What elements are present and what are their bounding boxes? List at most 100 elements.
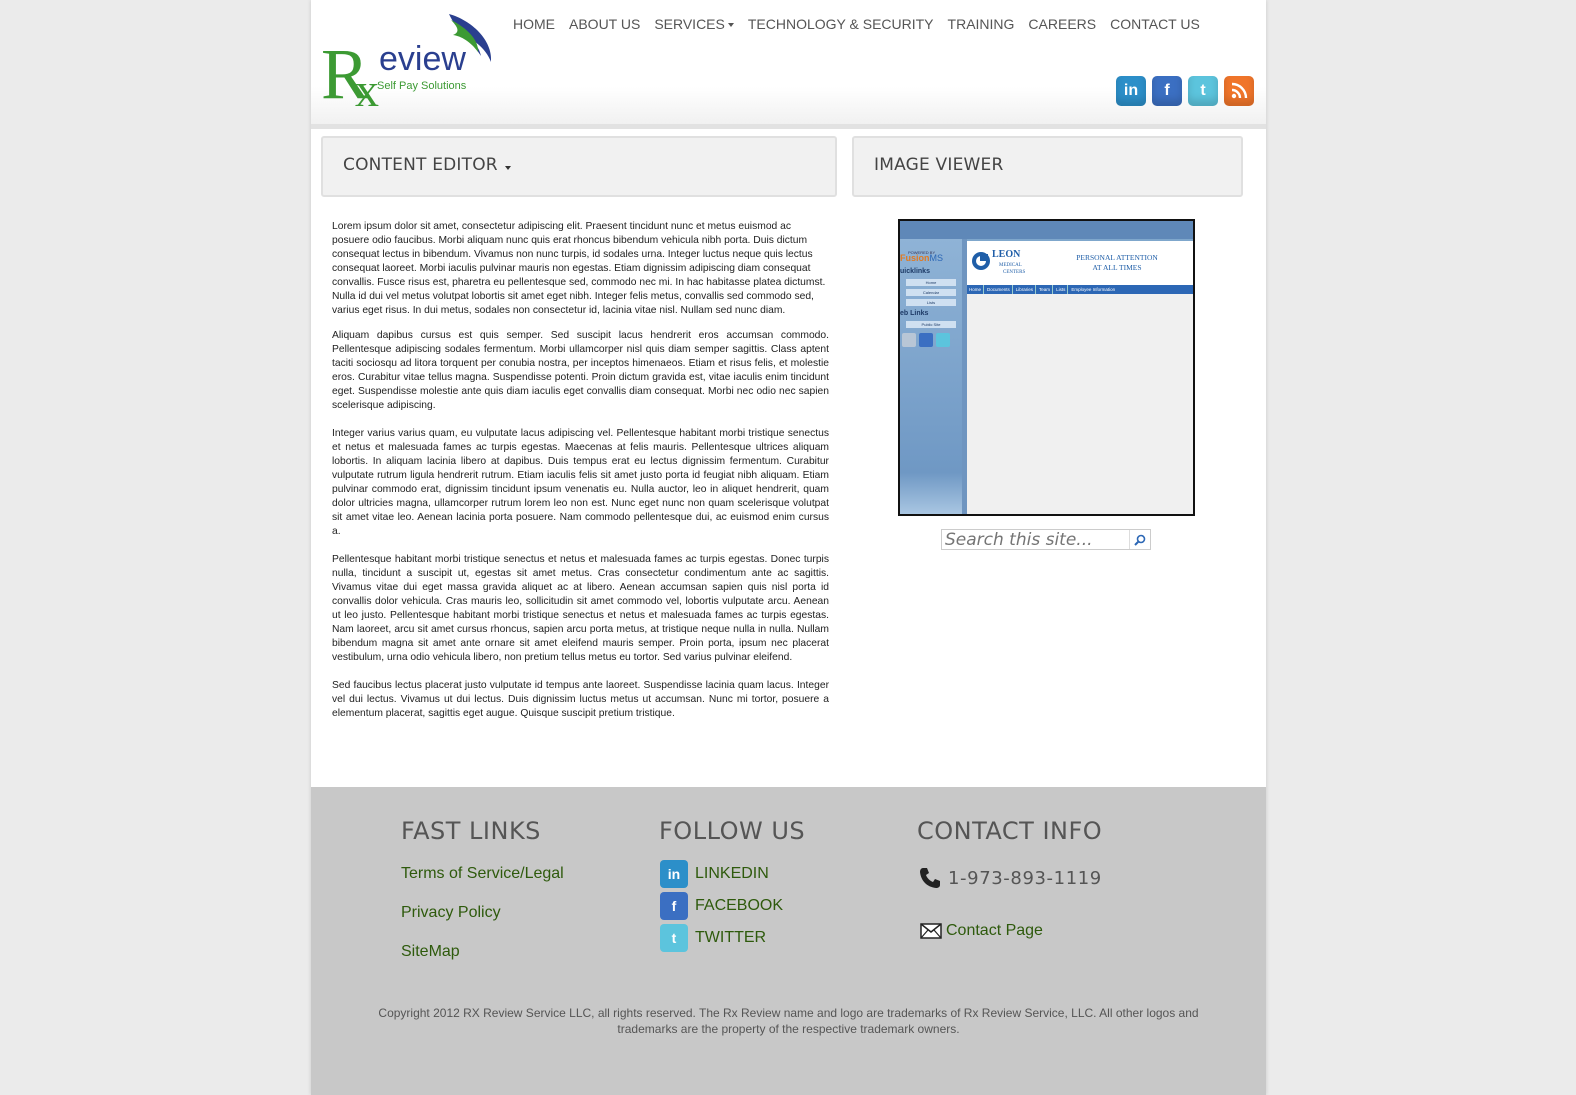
footer-twitter-link[interactable]: t TWITTER bbox=[660, 924, 766, 952]
content-paragraph: Aliquam dapibus cursus est quis semper. … bbox=[332, 330, 829, 411]
chevron-down-icon[interactable] bbox=[505, 166, 511, 170]
logo-graphic: R x eview Self Pay Solutions bbox=[321, 14, 492, 117]
twitter-glyph: t bbox=[1200, 82, 1206, 99]
viewer-weblink-item: Public Site bbox=[906, 321, 956, 328]
nav-about-us-label: ABOUT US bbox=[569, 16, 641, 32]
nav-technology-security[interactable]: TECHNOLOGY & SECURITY bbox=[741, 15, 941, 33]
leon-title: LEON bbox=[992, 249, 1021, 260]
nav-training[interactable]: TRAINING bbox=[941, 15, 1022, 33]
image-viewer-frame[interactable]: POWERED BY FusionMS uicklinks Home Calen… bbox=[898, 219, 1195, 516]
site-footer: FAST LINKS Terms of Service/Legal Privac… bbox=[311, 787, 1266, 1095]
privacy-policy-link[interactable]: Privacy Policy bbox=[401, 904, 501, 922]
nav-careers-label: CAREERS bbox=[1028, 16, 1097, 32]
viewer-quicklink-item: Lists bbox=[906, 299, 956, 306]
twitter-label: TWITTER bbox=[695, 929, 767, 946]
viewer-home-icon bbox=[902, 333, 916, 347]
main-nav: HOME ABOUT US SERVICES TECHNOLOGY & SECU… bbox=[506, 15, 1207, 33]
linkedin-label: LINKEDIN bbox=[695, 865, 769, 882]
viewer-tab: Libraries bbox=[1016, 285, 1037, 294]
facebook-icon[interactable]: f bbox=[1152, 76, 1182, 106]
nav-contact-us-label: CONTACT US bbox=[1110, 16, 1200, 32]
svg-text:x: x bbox=[355, 64, 379, 110]
leon-subtitle: CENTERS bbox=[1003, 270, 1026, 275]
linkedin-glyph: in bbox=[667, 866, 681, 882]
facebook-glyph: f bbox=[1164, 82, 1170, 99]
content-editor-panel-header[interactable]: CONTENT EDITOR bbox=[321, 136, 837, 197]
nav-home-label: HOME bbox=[513, 16, 555, 32]
linkedin-glyph: in bbox=[1123, 82, 1139, 99]
viewer-ms-text: MS bbox=[929, 253, 944, 263]
site-header: R x eview Self Pay Solutions HOME ABOUT … bbox=[311, 0, 1266, 129]
viewer-tab: Lists bbox=[1056, 285, 1069, 294]
linkedin-icon: in bbox=[660, 860, 688, 888]
viewer-tabbar: Home Documents Libraries Team Lists Empl… bbox=[967, 285, 1193, 294]
copyright-line: trademarks are the property of the respe… bbox=[617, 1022, 960, 1036]
rss-icon[interactable] bbox=[1224, 76, 1254, 106]
content-editor-title: CONTENT EDITOR bbox=[343, 155, 498, 175]
leon-slogan: PERSONAL ATTENTION bbox=[1076, 253, 1158, 262]
image-viewer-panel-header: IMAGE VIEWER bbox=[852, 136, 1243, 197]
nav-services[interactable]: SERVICES bbox=[647, 15, 741, 33]
facebook-glyph: f bbox=[671, 898, 677, 914]
image-viewer-title: IMAGE VIEWER bbox=[874, 155, 1004, 175]
facebook-icon: f bbox=[660, 892, 688, 920]
leon-subtitle: MEDICAL bbox=[999, 263, 1022, 268]
copyright: Copyright 2012 RX Review Service LLC, al… bbox=[341, 1005, 1236, 1037]
viewer-quicklink-item: Home bbox=[906, 279, 956, 286]
viewer-fusion-logo: FusionMS bbox=[900, 253, 943, 263]
site-search bbox=[941, 529, 1151, 550]
facebook-label: FACEBOOK bbox=[695, 897, 784, 914]
viewer-main: LEON MEDICAL CENTERS PERSONAL ATTENTION … bbox=[967, 241, 1193, 514]
search-input[interactable] bbox=[942, 530, 1130, 549]
viewer-banner: LEON MEDICAL CENTERS PERSONAL ATTENTION … bbox=[967, 241, 1193, 285]
viewer-quicklinks-heading: uicklinks bbox=[900, 268, 930, 275]
nav-training-label: TRAINING bbox=[947, 16, 1015, 32]
header-social-icons: in f t bbox=[1116, 76, 1254, 106]
contact-page-label: Contact Page bbox=[946, 922, 1043, 939]
phone-text: 1-973-893-1119 bbox=[948, 867, 1102, 889]
content-paragraph: Lorem ipsum dolor sit amet, consectetur … bbox=[332, 221, 826, 316]
contact-page-link[interactable]: Contact Page bbox=[920, 922, 1043, 940]
viewer-fusion-text: Fusion bbox=[900, 253, 930, 263]
viewer-facebook-icon bbox=[919, 333, 933, 347]
linkedin-icon[interactable]: in bbox=[1116, 76, 1146, 106]
twitter-icon: t bbox=[660, 924, 688, 952]
rss-glyph bbox=[1231, 82, 1248, 99]
leon-logo-icon bbox=[972, 252, 990, 270]
footer-linkedin-link[interactable]: in LINKEDIN bbox=[660, 860, 769, 888]
viewer-topbar bbox=[900, 221, 1193, 239]
nav-contact-us[interactable]: CONTACT US bbox=[1103, 15, 1207, 33]
logo-tagline: Self Pay Solutions bbox=[377, 80, 467, 92]
content-paragraph: Pellentesque habitant morbi tristique se… bbox=[332, 554, 829, 663]
nav-services-label: SERVICES bbox=[654, 16, 725, 32]
footer-facebook-link[interactable]: f FACEBOOK bbox=[660, 892, 783, 920]
phone-icon bbox=[920, 868, 940, 888]
viewer-tab: Team bbox=[1039, 285, 1054, 294]
follow-us-title: FOLLOW US bbox=[659, 817, 806, 845]
viewer-tab: Home bbox=[969, 285, 985, 294]
viewer-tab: Employee Information bbox=[1071, 287, 1116, 292]
chevron-down-icon bbox=[727, 23, 734, 28]
search-button[interactable] bbox=[1129, 530, 1150, 549]
terms-link[interactable]: Terms of Service/Legal bbox=[401, 865, 564, 883]
content-paragraph: Integer varius varius quam, eu vulputate… bbox=[332, 428, 829, 537]
sitemap-link[interactable]: SiteMap bbox=[401, 943, 460, 961]
content-paragraph: Sed faucibus lectus placerat justo vulpu… bbox=[332, 680, 829, 719]
viewer-tab: Documents bbox=[987, 285, 1013, 294]
fast-links-title: FAST LINKS bbox=[401, 817, 541, 845]
rx-review-logo[interactable]: R x eview Self Pay Solutions bbox=[321, 10, 496, 117]
nav-careers[interactable]: CAREERS bbox=[1021, 15, 1103, 33]
page: R x eview Self Pay Solutions HOME ABOUT … bbox=[311, 0, 1266, 1095]
nav-about-us[interactable]: ABOUT US bbox=[562, 15, 647, 33]
contact-info-title: CONTACT INFO bbox=[917, 817, 1103, 845]
viewer-sidebar: POWERED BY FusionMS uicklinks Home Calen… bbox=[900, 239, 962, 514]
nav-home[interactable]: HOME bbox=[506, 15, 562, 33]
twitter-icon[interactable]: t bbox=[1188, 76, 1218, 106]
phone-number: 1-973-893-1119 bbox=[918, 866, 1102, 890]
twitter-glyph: t bbox=[671, 930, 677, 946]
viewer-twitter-icon bbox=[936, 333, 950, 347]
leon-slogan: AT ALL TIMES bbox=[1092, 263, 1142, 272]
logo-word: eview bbox=[379, 40, 466, 78]
nav-technology-security-label: TECHNOLOGY & SECURITY bbox=[747, 16, 934, 32]
content-editor-body: Lorem ipsum dolor sit amet, consectetur … bbox=[332, 220, 829, 732]
